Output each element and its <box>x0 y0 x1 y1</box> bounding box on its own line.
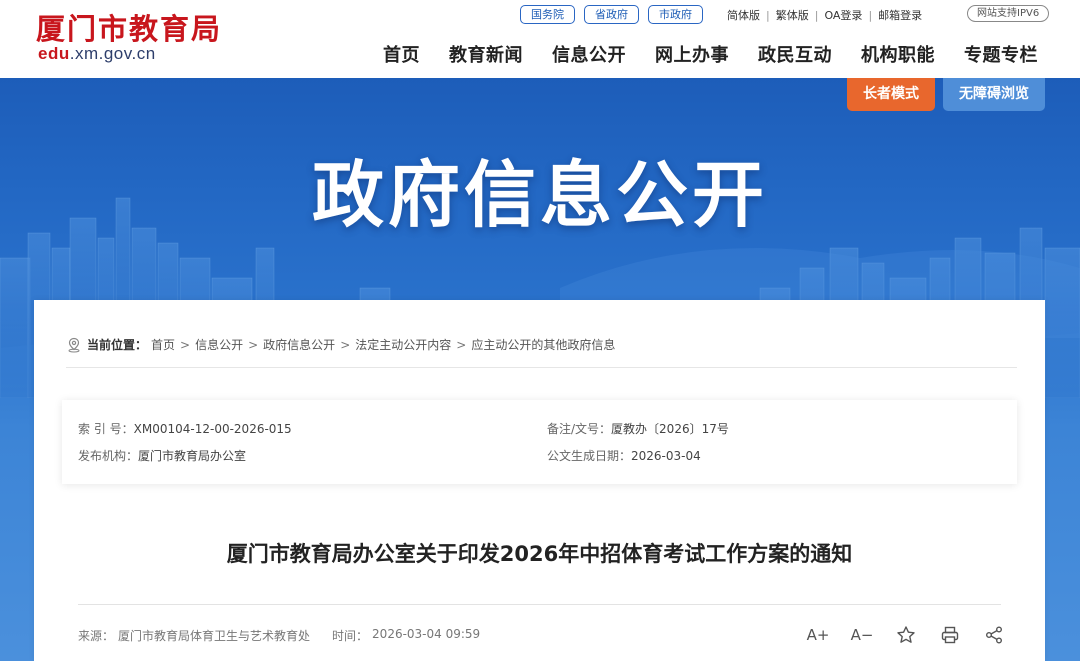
divider: | <box>766 8 770 22</box>
breadcrumb-separator: > <box>456 337 467 352</box>
accessible-browse-button[interactable]: 无障碍浏览 <box>943 78 1045 111</box>
utility-links: 简体版 | 繁体版 | OA登录 | 邮箱登录 <box>727 7 922 23</box>
font-increase-button[interactable]: A+ <box>806 624 830 646</box>
breadcrumb-separator: > <box>248 337 259 352</box>
meta-publisher: 发布机构：厦门市教育局办公室 <box>78 449 247 463</box>
breadcrumb: 当前位置： 首页 > 信息公开 > 政府信息公开 > 法定主动公开内容 > 应主… <box>66 336 615 353</box>
gov-link-city[interactable]: 市政府 <box>648 5 703 24</box>
main-nav: 首页 教育新闻 信息公开 网上办事 政民互动 机构职能 专题专栏 <box>383 41 1038 67</box>
ipv6-badge: 网站支持IPV6 <box>967 5 1050 22</box>
content-card: 当前位置： 首页 > 信息公开 > 政府信息公开 > 法定主动公开内容 > 应主… <box>34 300 1045 661</box>
breadcrumb-item-legal[interactable]: 法定主动公开内容 <box>355 336 451 353</box>
simplified-chinese-link[interactable]: 简体版 <box>727 7 760 23</box>
site-logo[interactable]: 厦门市教育局 <box>36 6 222 48</box>
nav-item-topics[interactable]: 专题专栏 <box>964 41 1038 67</box>
breadcrumb-item-gov-info[interactable]: 政府信息公开 <box>263 336 335 353</box>
breadcrumb-separator: > <box>180 337 191 352</box>
print-button[interactable] <box>939 624 961 646</box>
gov-link-province[interactable]: 省政府 <box>584 5 639 24</box>
nav-item-interaction[interactable]: 政民互动 <box>758 41 832 67</box>
meta-index-number: 索 引 号：XM00104-12-00-2026-015 <box>78 422 292 436</box>
breadcrumb-item-home[interactable]: 首页 <box>151 336 175 353</box>
document-title: 厦门市教育局办公室关于印发2026年中招体育考试工作方案的通知 <box>226 542 853 566</box>
time-label: 时间： <box>332 629 369 643</box>
font-decrease-icon: A− <box>850 626 874 644</box>
site-header: 厦门市教育局 edu.xm.gov.cn 国务院 省政府 市政府 简体版 | 繁… <box>0 0 1080 78</box>
favorite-button[interactable] <box>895 624 917 646</box>
oa-login-link[interactable]: OA登录 <box>824 7 862 23</box>
traditional-chinese-link[interactable]: 繁体版 <box>776 7 809 23</box>
divider <box>78 604 1001 605</box>
divider: | <box>868 8 873 22</box>
breadcrumb-label: 当前位置： <box>87 338 148 352</box>
source-value: 厦门市教育局体育卫生与艺术教育处 <box>118 629 311 643</box>
divider <box>66 367 1017 368</box>
nav-item-online-services[interactable]: 网上办事 <box>655 41 729 67</box>
star-icon <box>897 626 915 643</box>
breadcrumb-separator: > <box>340 337 351 352</box>
breadcrumb-item-current[interactable]: 应主动公开的其他政府信息 <box>471 336 615 353</box>
printer-icon <box>941 626 959 644</box>
share-icon <box>986 626 1002 644</box>
meta-doc-date: 公文生成日期：2026-03-04 <box>547 449 701 463</box>
nav-item-functions[interactable]: 机构职能 <box>861 41 935 67</box>
document-meta-box: 索 引 号：XM00104-12-00-2026-015 备注/文号：厦教办〔2… <box>62 400 1017 484</box>
font-decrease-button[interactable]: A− <box>850 624 874 646</box>
banner-title: 政府信息公开 <box>311 153 768 237</box>
font-increase-icon: A+ <box>806 626 830 644</box>
breadcrumb-item-info[interactable]: 信息公开 <box>195 336 243 353</box>
location-icon <box>68 337 80 353</box>
source-line: 来源： 厦门市教育局体育卫生与艺术教育处 时间： 2026-03-04 09:5… <box>78 627 480 644</box>
article-tools: A+ A− <box>807 624 1005 646</box>
elder-mode-button[interactable]: 长者模式 <box>847 78 935 111</box>
share-button[interactable] <box>983 624 1005 646</box>
site-domain: edu.xm.gov.cn <box>38 44 156 63</box>
nav-item-home[interactable]: 首页 <box>383 41 420 67</box>
nav-item-info-disclosure[interactable]: 信息公开 <box>552 41 626 67</box>
gov-links: 国务院 省政府 市政府 <box>520 5 703 24</box>
mail-login-link[interactable]: 邮箱登录 <box>878 7 922 23</box>
nav-item-news[interactable]: 教育新闻 <box>449 41 523 67</box>
source-label: 来源： <box>78 629 115 643</box>
gov-link-state-council[interactable]: 国务院 <box>520 5 575 24</box>
divider: | <box>814 8 819 22</box>
time-value: 2026-03-04 09:59 <box>372 627 481 641</box>
meta-doc-number: 备注/文号：厦教办〔2026〕17号 <box>547 422 729 436</box>
